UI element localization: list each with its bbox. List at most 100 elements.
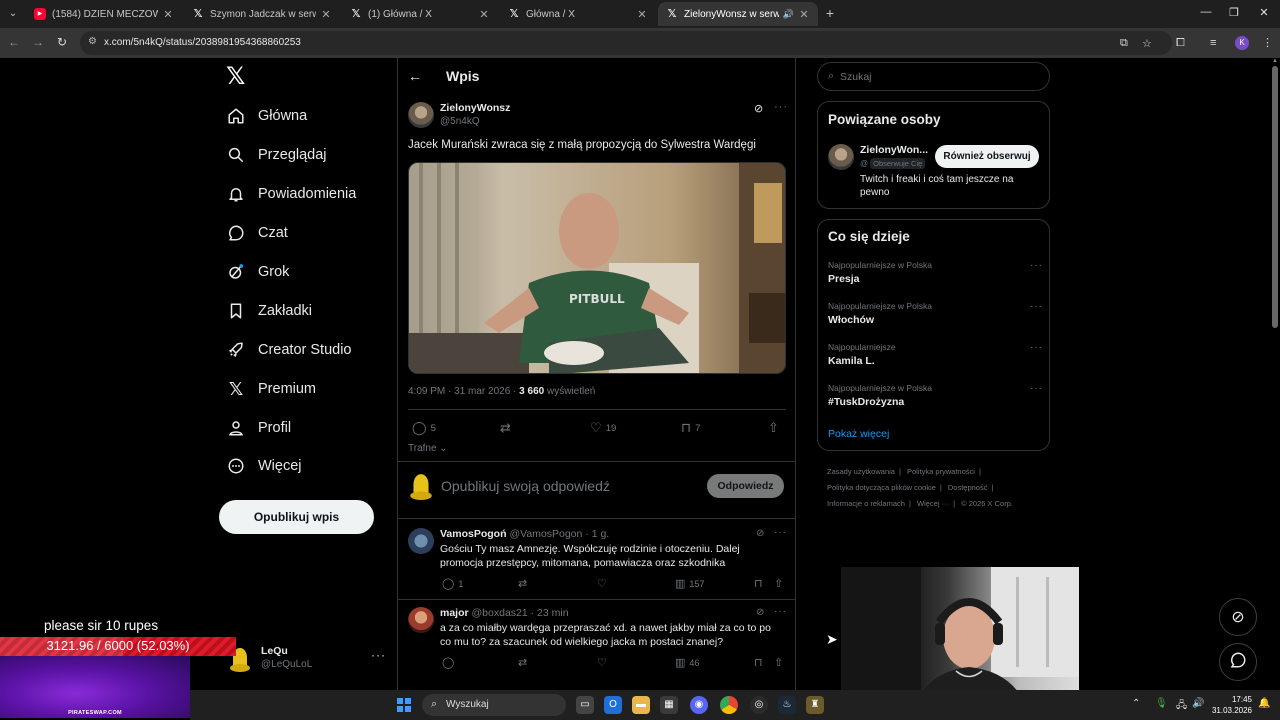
sort-dropdown[interactable]: Trafne ⌄ [408,443,448,454]
views-action[interactable]: ▥ 157 [675,577,704,590]
reply-author-name[interactable]: major [440,607,469,619]
new-tab-icon[interactable]: + [822,5,838,21]
more-icon[interactable]: ··· [774,527,787,538]
chat-fab[interactable] [1219,643,1257,681]
like-action[interactable]: ♡ 19 [590,420,616,436]
tray-chevron-icon[interactable]: ⌃ [1132,698,1140,709]
related-name[interactable]: ZielonyWon... [860,144,928,156]
author-handle[interactable]: @5n4kQ [440,116,480,127]
author-name[interactable]: ZielonyWonsz [440,102,510,114]
network-icon[interactable]: 🖧 [1176,698,1187,715]
sidebar-item-creator-studio[interactable]: Creator Studio [226,336,352,364]
more-icon[interactable]: ··· [371,648,386,662]
browser-tab-3[interactable]: 𝕏 (1) Główna / X ✕ [342,2,498,26]
grok-icon[interactable]: ⊘ [756,607,764,618]
repost-action[interactable]: ⇄ [518,656,531,669]
footer-link[interactable]: Polityka dotycząca plików cookie [827,483,936,492]
cast-icon[interactable]: ⧉ [1120,37,1128,50]
related-avatar[interactable] [828,144,854,170]
profile-avatar[interactable]: K [1235,36,1249,50]
app-icon[interactable]: ♜ [806,696,824,714]
reply-item[interactable]: VamosPogoń @VamosPogon · 1 g. ⊘ ··· Gośc… [398,519,796,600]
steam-icon[interactable]: ♨ [778,696,796,714]
address-bar[interactable]: ⚙ x.com/5n4kQ/status/2038981954368860253… [80,31,1172,55]
sidebar-item-more[interactable]: Więcej [226,452,302,480]
like-action[interactable]: ♡ [597,577,611,590]
browser-menu-icon[interactable]: ⋮ [1262,36,1273,49]
footer-link[interactable]: Polityka prywatności [907,467,975,476]
sidebar-item-notifications[interactable]: Powiadomienia [226,180,356,208]
store-icon[interactable]: ▦ [660,696,678,714]
browser-tab-2[interactable]: 𝕏 Szymon Jadczak w serwisie X: ✕ [184,2,340,26]
sidebar-item-chat[interactable]: Czat [226,219,288,247]
close-icon[interactable]: ✕ [636,8,648,21]
taskbar-search[interactable]: ⌕ Wyszukaj [422,694,566,716]
sidebar-item-premium[interactable]: 𝕏 Premium [226,375,316,403]
grok-fab[interactable]: ⊘ [1219,598,1257,636]
notification-icon[interactable]: 🔔 [1258,698,1270,709]
repost-action[interactable]: ⇄ [518,577,531,590]
trend-item[interactable]: Najpopularniejsze w Polska Presja ··· [828,260,1043,285]
reply-author-handle[interactable]: @VamosPogon · 1 g. [509,528,609,540]
bookmark-action[interactable]: ⊓ [754,656,767,669]
minimize-icon[interactable]: — [1196,6,1216,18]
microphone-icon[interactable]: 🎙 [1155,698,1168,709]
scroll-up-icon[interactable]: ▲ [1272,58,1278,64]
volume-icon[interactable]: 🔊 [1192,698,1204,709]
reply-action[interactable]: ◯ 5 [412,420,436,436]
share-action[interactable]: ⇧ [768,420,783,436]
grok-icon[interactable]: ⊘ [754,102,763,115]
extensions-icon[interactable]: ⧠ [1176,37,1185,50]
close-icon[interactable]: ✕ [320,8,332,21]
repost-action[interactable]: ⇄ [500,420,515,436]
tweet-time[interactable]: 4:09 PM · 31 mar 2026 · [408,386,519,397]
sidebar-item-profile[interactable]: Profil [226,414,291,442]
more-icon[interactable]: ··· [774,101,788,113]
browser-tab-5[interactable]: 𝕏 ZielonyWonsz w serwisie X: 🔊 ✕ [658,2,818,26]
like-action[interactable]: ♡ [597,656,611,669]
reload-icon[interactable]: ↻ [54,35,70,49]
back-icon[interactable]: ← [6,35,22,49]
reply-input[interactable]: Opublikuj swoją odpowiedź [441,478,610,494]
close-icon[interactable]: ✕ [478,8,490,21]
reply-author-handle[interactable]: @boxdas21 · 23 min [472,607,569,619]
window-close-icon[interactable]: ✕ [1254,6,1274,19]
scrollbar[interactable] [1272,66,1278,328]
windows-start-icon[interactable] [397,698,411,712]
footer-link[interactable]: Informacje o reklamach [827,499,905,508]
share-action[interactable]: ⇧ [774,577,787,590]
site-info-icon[interactable]: ⚙ [88,36,97,47]
trend-item[interactable]: Najpopularniejsze w Polska Włochów ··· [828,301,1043,326]
url-text[interactable]: x.com/5n4kQ/status/2038981954368860253 [104,37,301,48]
maximize-icon[interactable]: ❐ [1224,6,1244,19]
back-arrow-icon[interactable]: ← [408,68,422,84]
grok-icon[interactable]: ⊘ [756,528,764,539]
x-logo-icon[interactable]: 𝕏 [226,65,246,89]
tab-search-icon[interactable]: ⌄ [4,5,22,23]
bookmark-star-icon[interactable]: ☆ [1142,37,1152,50]
outlook-icon[interactable]: O [604,696,622,714]
sidebar-item-explore[interactable]: Przeglądaj [226,141,327,169]
obs-icon[interactable]: ◎ [750,696,768,714]
file-explorer-icon[interactable]: ▬ [632,696,650,714]
more-icon[interactable]: ··· [774,606,787,617]
close-icon[interactable]: ✕ [798,8,810,21]
author-avatar[interactable] [408,102,434,128]
reply-avatar[interactable] [408,607,434,633]
account-switcher[interactable]: LeQu @LeQuLoL ··· [228,644,388,674]
taskbar-clock[interactable]: 17:45 31.03.2026 [1210,694,1252,716]
views-action[interactable]: ▥ 46 [675,656,699,669]
sidebar-item-bookmarks[interactable]: Zakładki [226,297,312,325]
share-action[interactable]: ⇧ [774,656,787,669]
sidebar-item-home[interactable]: Główna [226,102,307,130]
trend-item[interactable]: Najpopularniejsze w Polska #TuskDrożyzna… [828,383,1043,408]
bookmark-action[interactable]: ⊓ 7 [681,420,700,436]
search-input[interactable]: ⌕ Szukaj [817,62,1050,91]
bookmark-action[interactable]: ⊓ [754,577,767,590]
more-icon[interactable]: ··· [1030,301,1043,312]
browser-tab-1[interactable]: ▶ (1584) DZIEŃ MECZOWY. Meld ✕ [26,2,182,26]
trend-item[interactable]: Najpopularniejsze Kamila L. ··· [828,342,1043,367]
reply-action[interactable]: ◯ 1 [442,577,463,590]
reply-action[interactable]: ◯ [442,656,458,669]
reply-item[interactable]: major @boxdas21 · 23 min ⊘ ··· a za co m… [398,598,796,690]
